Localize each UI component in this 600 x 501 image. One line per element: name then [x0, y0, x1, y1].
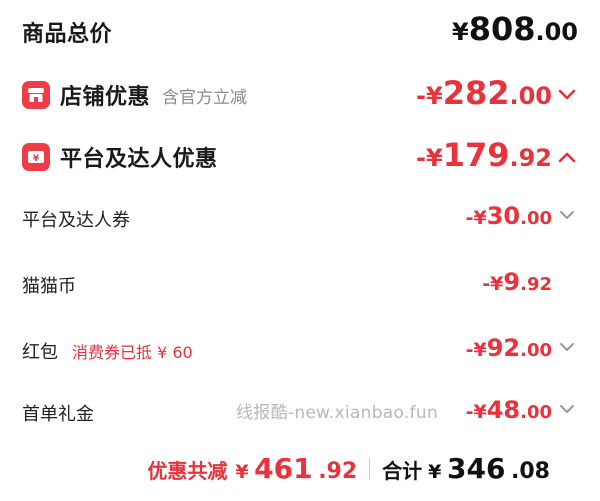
platform-discount-dec: .92: [509, 144, 552, 172]
sub-item-prefix: -¥: [482, 273, 504, 295]
store-discount-dec: .00: [509, 82, 552, 110]
store-discount-int: 282: [442, 74, 510, 112]
platform-discount-prefix: -¥: [416, 144, 443, 172]
grand-total-amount: ¥ 346 .08: [428, 452, 550, 485]
sub-item-hint: 消费券已抵 ¥ 60: [72, 343, 193, 362]
svg-text:¥: ¥: [33, 154, 40, 164]
sub-item-label: 红包: [22, 342, 58, 363]
platform-discount-row[interactable]: ¥ 平台及达人优惠 -¥ 179 .92: [0, 136, 600, 176]
total-discount-amount: ¥ 461 .92: [235, 452, 357, 485]
grand-total-currency: ¥: [428, 461, 442, 483]
total-discount-label: 优惠共减: [147, 459, 228, 483]
sub-item-int: 48: [486, 396, 521, 424]
grand-total-int: 346: [446, 452, 506, 485]
shop-icon: [22, 81, 50, 109]
total-price-currency: ¥: [451, 18, 469, 46]
total-price-row: 商品总价 ¥ 808 .00: [0, 10, 600, 54]
sub-item-int: 30: [486, 202, 521, 230]
sub-item-dec: .92: [520, 274, 552, 295]
grand-total-label: 合计: [382, 459, 423, 483]
order-footer: 优惠共减 ¥ 461 .92 合计 ¥ 346 .08: [147, 452, 550, 485]
coupon-icon: ¥: [22, 143, 50, 171]
store-discount-label: 店铺优惠: [60, 85, 151, 110]
chevron-down-icon[interactable]: [556, 206, 578, 224]
platform-discount-int: 179: [442, 136, 510, 174]
sub-item-dec: .00: [520, 402, 552, 423]
total-discount-int: 461: [254, 452, 313, 485]
store-discount-row[interactable]: 店铺优惠 含官方立减 -¥ 282 .00: [0, 74, 600, 114]
sub-item-int: 9: [503, 268, 521, 296]
sub-item-label: 猫猫币: [22, 276, 76, 297]
sub-item-prefix: -¥: [465, 207, 487, 229]
sub-item-prefix: -¥: [465, 339, 487, 361]
sub-item-dec: .00: [520, 340, 552, 361]
chevron-down-icon[interactable]: [556, 338, 578, 356]
store-discount-hint: 含官方立减: [162, 87, 248, 108]
sub-item-prefix: -¥: [465, 401, 487, 423]
chevron-up-icon[interactable]: [556, 148, 578, 166]
footer-divider: [369, 457, 371, 480]
list-item[interactable]: 平台及达人券 -¥ 30 .00: [0, 202, 600, 238]
list-item: 猫猫币 -¥ 9 .92: [0, 268, 600, 304]
total-price-label: 商品总价: [22, 22, 113, 47]
sub-item-label: 平台及达人券: [22, 210, 130, 231]
chevron-down-icon[interactable]: [556, 400, 578, 418]
total-price-int: 808: [468, 10, 536, 48]
grand-total-dec: .08: [511, 459, 550, 484]
list-item[interactable]: 红包 消费券已抵 ¥ 60 -¥ 92 .00: [0, 334, 600, 370]
total-price-dec: .00: [535, 18, 578, 46]
sub-item-dec: .00: [520, 208, 552, 229]
sub-item-label: 首单礼金: [22, 404, 94, 425]
total-discount-currency: ¥: [235, 461, 249, 483]
watermark-text: 线报酷-new.xianbao.fun: [236, 403, 439, 423]
sub-item-int: 92: [486, 334, 521, 362]
store-discount-prefix: -¥: [416, 82, 443, 110]
chevron-down-icon[interactable]: [556, 86, 578, 104]
total-discount-dec: .92: [318, 459, 358, 484]
platform-discount-label: 平台及达人优惠: [60, 147, 218, 172]
